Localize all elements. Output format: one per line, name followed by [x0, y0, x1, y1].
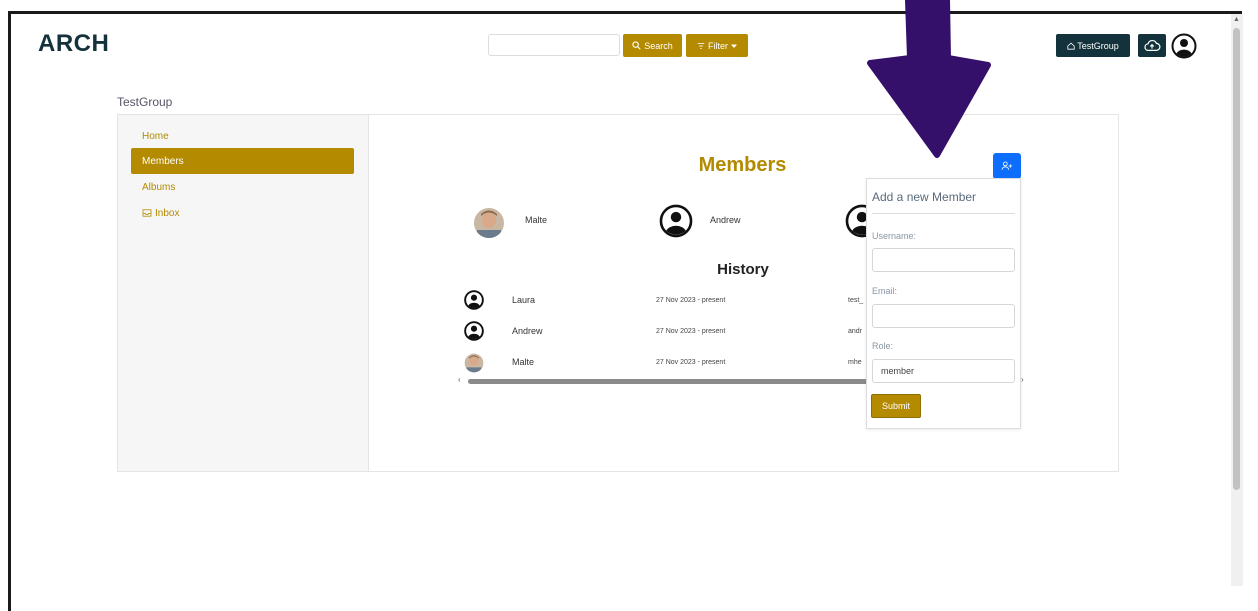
sidebar-item-inbox[interactable]: Inbox [131, 200, 354, 226]
member-name: Malte [525, 215, 548, 225]
breadcrumb[interactable]: TestGroup [117, 95, 172, 109]
role-field[interactable]: member [872, 359, 1015, 383]
filter-icon [697, 42, 705, 49]
member-avatar-default-icon [659, 204, 693, 238]
home-icon [1067, 42, 1075, 50]
sidebar: Home Members Albums Inbox [118, 115, 369, 471]
submit-button[interactable]: Submit [871, 394, 921, 418]
history-row-username: andr [848, 328, 863, 335]
popover-title: Add a new Member [872, 190, 977, 204]
search-icon [632, 41, 641, 50]
filter-button-label: Filter [708, 40, 728, 51]
filter-dropdown-button[interactable]: Filter [686, 34, 748, 57]
scroll-right-arrow-icon[interactable]: › [1021, 375, 1024, 384]
history-title: History [717, 261, 769, 278]
username-label: Username: [872, 231, 917, 241]
history-row-period: 27 Nov 2023 - present [656, 297, 726, 304]
add-member-button[interactable] [993, 153, 1021, 179]
sidebar-item-label: Albums [142, 181, 176, 193]
sidebar-item-members[interactable]: Members [131, 148, 354, 174]
annotation-arrow-icon [867, 0, 991, 158]
search-button-label: Search [644, 40, 673, 51]
history-row-period: 27 Nov 2023 - present [656, 328, 726, 335]
popover-divider [872, 213, 1015, 214]
history-row-username: test_ [848, 297, 864, 304]
member-name: Andrew [710, 215, 741, 225]
history-row-name: Andrew [512, 326, 543, 336]
page-title: Members [698, 154, 787, 176]
group-button-label: TestGroup [1077, 40, 1119, 51]
scroll-up-arrow-icon[interactable]: ▲ [1233, 16, 1240, 23]
search-button[interactable]: Search [623, 34, 682, 57]
email-field[interactable] [872, 304, 1015, 328]
history-avatar-icon [464, 321, 484, 341]
history-row-name: Laura [512, 295, 536, 305]
app-brand[interactable]: ARCH [38, 30, 109, 58]
search-input[interactable] [488, 34, 620, 56]
upload-button[interactable] [1138, 34, 1166, 57]
history-row-username: mhe [848, 359, 862, 366]
history-row-name: Malte [512, 357, 535, 367]
caret-down-icon [731, 44, 737, 48]
group-button[interactable]: TestGroup [1056, 34, 1130, 57]
username-field[interactable] [872, 248, 1015, 272]
sidebar-item-albums[interactable]: Albums [131, 174, 354, 200]
cloud-upload-icon [1144, 39, 1161, 51]
vertical-scrollbar-thumb[interactable] [1233, 28, 1240, 490]
sidebar-item-label: Inbox [155, 207, 180, 219]
history-avatar-photo [464, 353, 484, 373]
role-label: Role: [872, 341, 894, 351]
add-user-icon [1001, 161, 1012, 170]
inbox-icon [142, 209, 152, 217]
horizontal-scrollbar[interactable] [468, 379, 868, 384]
sidebar-item-label: Home [142, 130, 169, 142]
sidebar-item-home[interactable]: Home [131, 123, 354, 149]
history-row-period: 27 Nov 2023 - present [656, 359, 726, 366]
email-label: Email: [872, 286, 898, 296]
user-avatar-icon[interactable] [1171, 33, 1197, 59]
sidebar-item-label: Members [142, 155, 184, 167]
scroll-left-arrow-icon[interactable]: ‹ [458, 375, 461, 384]
member-avatar-photo [474, 208, 504, 238]
history-avatar-icon [464, 290, 484, 310]
